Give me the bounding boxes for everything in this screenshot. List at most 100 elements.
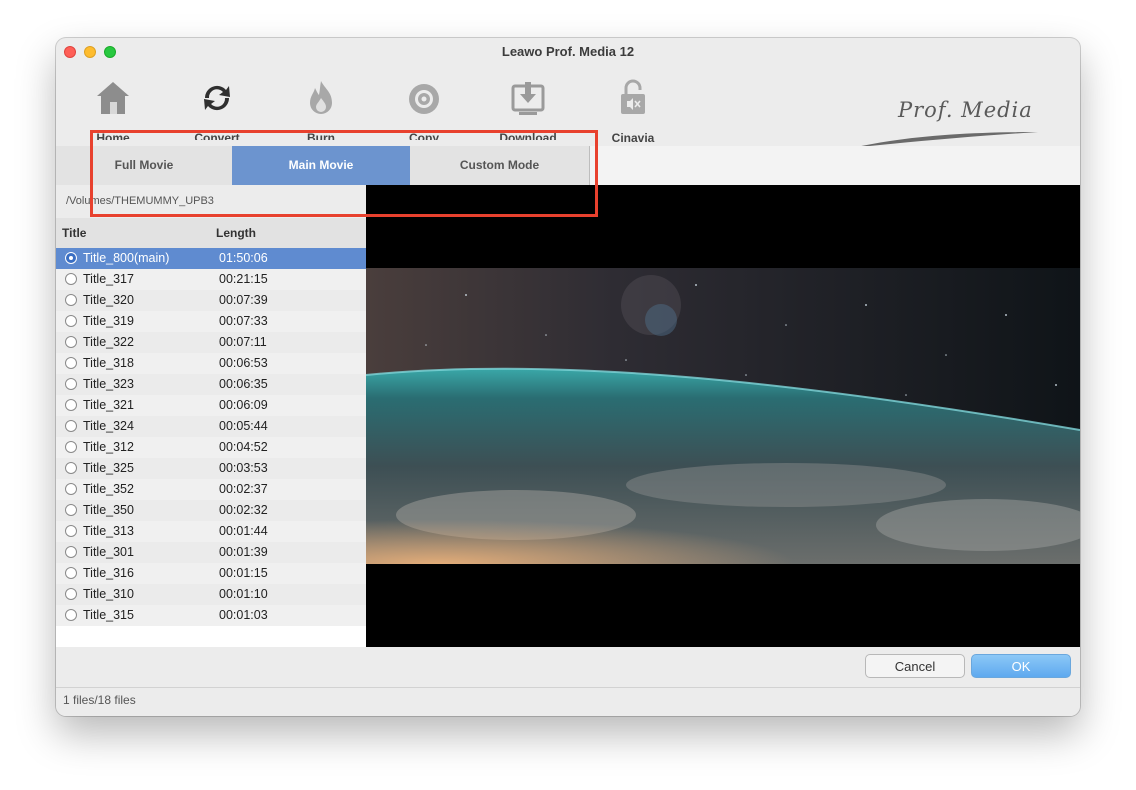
title-name: Title_350 (83, 503, 134, 517)
radio-button[interactable] (65, 567, 77, 579)
title-name: Title_325 (83, 461, 134, 475)
toolbar-burn-label: Burn (307, 131, 335, 140)
title-name: Title_310 (83, 587, 134, 601)
title-name: Title_319 (83, 314, 134, 328)
tab-full-movie[interactable]: Full Movie (56, 146, 232, 185)
toolbar-copy[interactable]: Copy (374, 78, 474, 140)
title-name: Title_323 (83, 377, 134, 391)
radio-button[interactable] (65, 315, 77, 327)
title-name: Title_301 (83, 545, 134, 559)
prof-media-logo: Prof. Media (846, 82, 1046, 154)
preview-frame-image (366, 268, 1080, 564)
title-name: Title_800(main) (83, 251, 170, 265)
tab-main-movie[interactable]: Main Movie (232, 146, 410, 185)
title-length: 00:01:44 (219, 524, 268, 538)
radio-button[interactable] (65, 252, 77, 264)
list-item[interactable]: Title_324 00:05:44 (56, 416, 366, 437)
toolbar-cinavia[interactable]: Cinavia (583, 78, 683, 145)
radio-button[interactable] (65, 378, 77, 390)
tab-custom-mode[interactable]: Custom Mode (410, 146, 590, 185)
list-item[interactable]: Title_322 00:07:11 (56, 332, 366, 353)
toolbar-burn[interactable]: Burn (271, 78, 371, 140)
column-header-length[interactable]: Length (216, 226, 256, 240)
title-length: 00:06:09 (219, 398, 268, 412)
title-bar: Leawo Prof. Media 12 (56, 38, 1080, 66)
list-item[interactable]: Title_325 00:03:53 (56, 458, 366, 479)
title-length: 00:01:03 (219, 608, 268, 622)
list-item[interactable]: Title_800(main) 01:50:06 (56, 248, 366, 269)
title-length: 00:21:15 (219, 272, 268, 286)
list-item[interactable]: Title_313 00:01:44 (56, 521, 366, 542)
status-bar: 1 files/18 files (56, 688, 1080, 716)
toolbar-copy-label: Copy (409, 131, 439, 140)
cancel-button[interactable]: Cancel (865, 654, 965, 678)
app-window: Leawo Prof. Media 12 Home Convert Burn C… (56, 38, 1080, 716)
title-length: 00:07:33 (219, 314, 268, 328)
toolbar-home[interactable]: Home (63, 78, 163, 140)
radio-button[interactable] (65, 336, 77, 348)
column-header-title[interactable]: Title (62, 226, 86, 240)
list-item[interactable]: Title_310 00:01:10 (56, 584, 366, 605)
title-length: 00:02:32 (219, 503, 268, 517)
list-item[interactable]: Title_312 00:04:52 (56, 437, 366, 458)
download-icon (511, 82, 545, 115)
title-name: Title_322 (83, 335, 134, 349)
title-name: Title_318 (83, 356, 134, 370)
radio-button[interactable] (65, 588, 77, 600)
title-name: Title_317 (83, 272, 134, 286)
toolbar-home-label: Home (96, 131, 130, 140)
radio-button[interactable] (65, 525, 77, 537)
source-path: /Volumes/THEMUMMY_UPB3 (56, 185, 366, 218)
title-name: Title_324 (83, 419, 134, 433)
list-item[interactable]: Title_318 00:06:53 (56, 353, 366, 374)
title-length: 00:07:11 (219, 335, 267, 349)
list-item[interactable]: Title_352 00:02:37 (56, 479, 366, 500)
radio-button[interactable] (65, 483, 77, 495)
list-item[interactable]: Title_321 00:06:09 (56, 395, 366, 416)
list-item[interactable]: Title_316 00:01:15 (56, 563, 366, 584)
radio-button[interactable] (65, 273, 77, 285)
list-item[interactable]: Title_350 00:02:32 (56, 500, 366, 521)
title-length: 00:03:53 (219, 461, 268, 475)
list-item[interactable]: Title_323 00:06:35 (56, 374, 366, 395)
list-item[interactable]: Title_319 00:07:33 (56, 311, 366, 332)
radio-button[interactable] (65, 441, 77, 453)
title-length: 00:01:10 (219, 587, 268, 601)
toolbar: Home Convert Burn Copy Download Cinavia … (56, 66, 1080, 148)
toolbar-convert-label: Convert (194, 131, 240, 140)
title-name: Title_312 (83, 440, 134, 454)
dialog-buttons-bar: Cancel OK (56, 647, 1080, 688)
toolbar-cinavia-label: Cinavia (611, 131, 655, 145)
radio-button[interactable] (65, 399, 77, 411)
radio-button[interactable] (65, 294, 77, 306)
window-title: Leawo Prof. Media 12 (501, 44, 635, 59)
title-name: Title_313 (83, 524, 134, 538)
radio-button[interactable] (65, 420, 77, 432)
radio-button[interactable] (65, 546, 77, 558)
toolbar-convert[interactable]: Convert (167, 78, 267, 140)
list-item[interactable]: Title_315 00:01:03 (56, 605, 366, 626)
list-item[interactable]: Title_317 00:21:15 (56, 269, 366, 290)
radio-button[interactable] (65, 609, 77, 621)
toolbar-download[interactable]: Download (478, 78, 578, 140)
title-list-header: Title Length (56, 218, 366, 248)
list-item[interactable]: Title_301 00:01:39 (56, 542, 366, 563)
video-preview (366, 185, 1080, 647)
title-length: 00:07:39 (219, 293, 268, 307)
cinavia-icon (621, 79, 645, 114)
title-name: Title_352 (83, 482, 134, 496)
title-length: 00:01:15 (219, 566, 268, 580)
title-list: Title_800(main) 01:50:06 Title_317 00:21:15… (56, 248, 366, 647)
radio-button[interactable] (65, 504, 77, 516)
toolbar-download-label: Download (499, 131, 557, 140)
radio-button[interactable] (65, 357, 77, 369)
radio-button[interactable] (65, 462, 77, 474)
ok-button[interactable]: OK (971, 654, 1071, 678)
logo-text: Prof. Media (898, 98, 1033, 122)
title-name: Title_320 (83, 293, 134, 307)
list-item[interactable]: Title_320 00:07:39 (56, 290, 366, 311)
title-length: 01:50:06 (219, 251, 268, 265)
burn-icon (310, 81, 332, 114)
title-length: 00:06:53 (219, 356, 268, 370)
convert-icon (204, 85, 230, 111)
